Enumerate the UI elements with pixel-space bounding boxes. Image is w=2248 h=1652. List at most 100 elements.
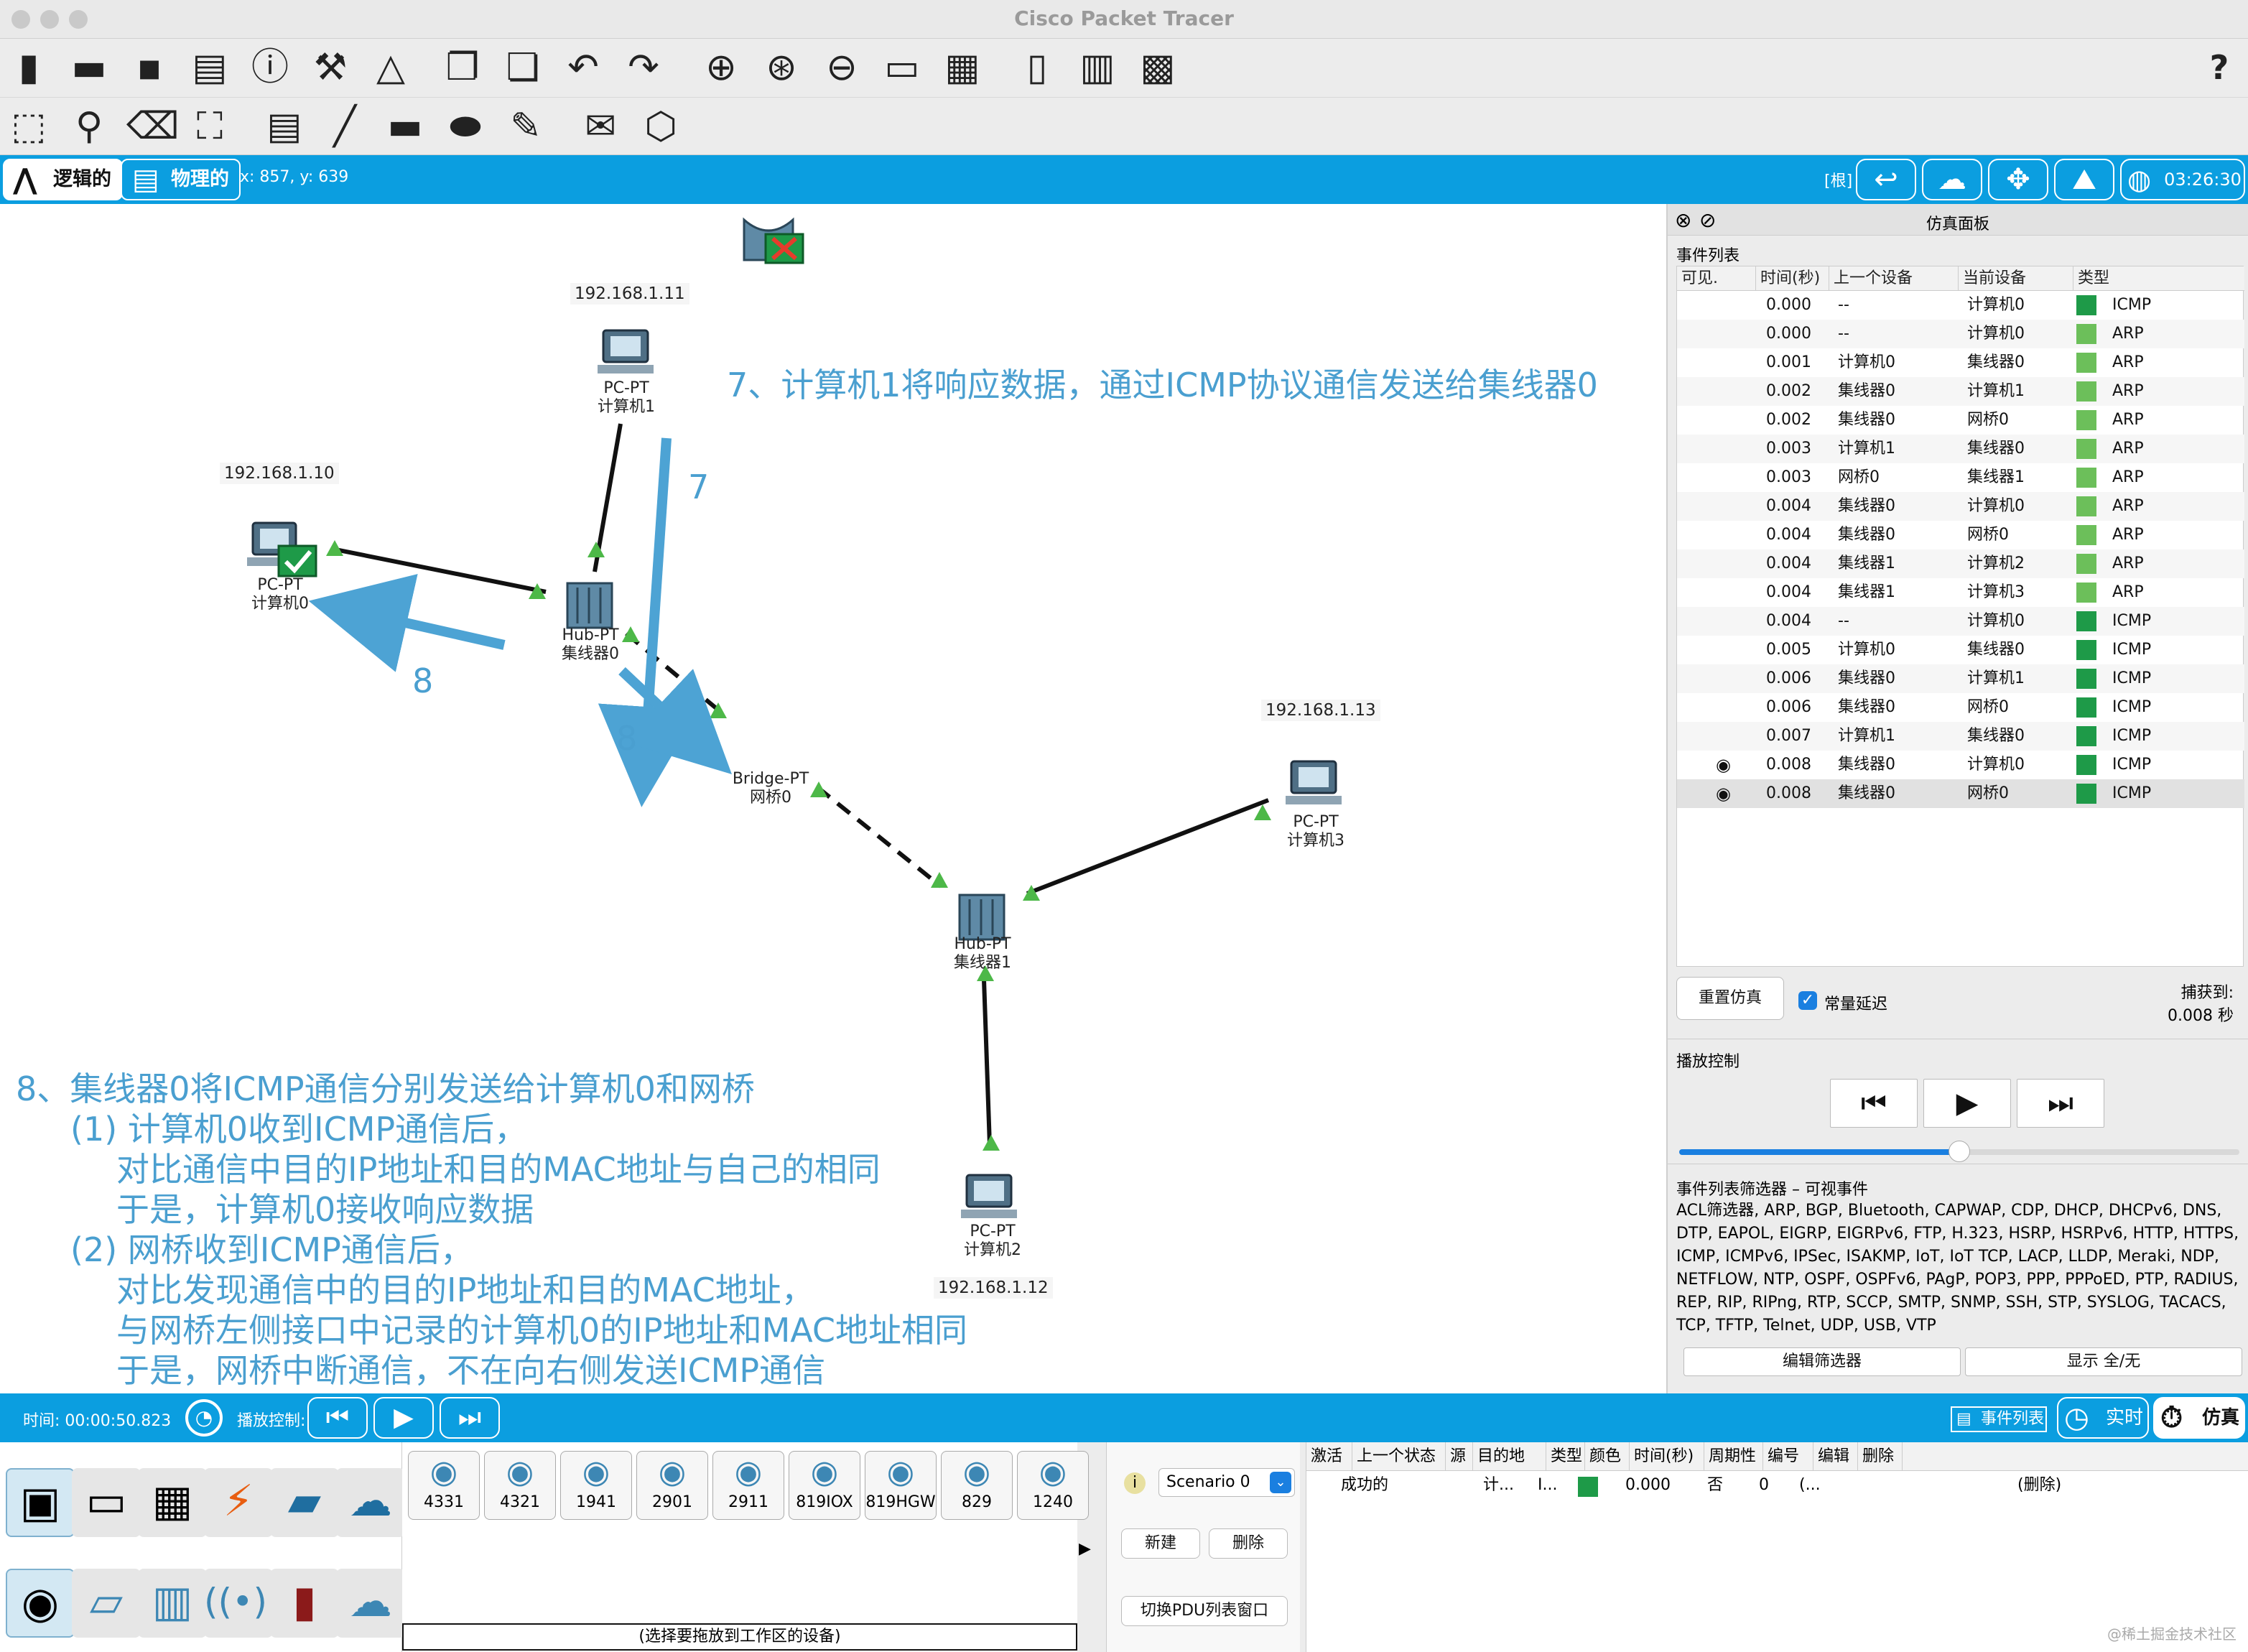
back-icon[interactable]: ↩ xyxy=(1856,159,1916,200)
event-list-toggle-button[interactable]: ▤ 事件列表 xyxy=(1951,1406,2047,1432)
event-row[interactable]: 0.004 集线器0 计算机0 ARP xyxy=(1677,492,2244,521)
hub0-device[interactable] xyxy=(566,582,613,629)
new-scenario-button[interactable]: 新建 xyxy=(1121,1528,1200,1559)
pdu-col[interactable]: 颜色 xyxy=(1585,1442,1630,1471)
device-model-2901[interactable]: ◉ 2901 xyxy=(636,1451,708,1520)
event-row[interactable]: 0.004 集线器0 网桥0 ARP xyxy=(1677,521,2244,549)
pdu-col[interactable]: 时间(秒) xyxy=(1630,1442,1704,1471)
draw-line-icon[interactable]: ╱ xyxy=(322,105,368,148)
pdu-col[interactable]: 激活 xyxy=(1306,1442,1352,1471)
pc0-device[interactable] xyxy=(247,521,317,577)
pdu-row[interactable]: 成功的 计... I... 0.000 否 0 (... (删除) xyxy=(1306,1471,2248,1500)
bottom-step-back-button[interactable]: ⏮ xyxy=(307,1397,368,1439)
add-complex-pdu-icon[interactable]: ⬡ xyxy=(638,105,684,148)
device-model-2911[interactable]: ◉ 2911 xyxy=(712,1451,784,1520)
constant-delay-checkbox[interactable]: ✓ xyxy=(1798,991,1817,1010)
zoom-reset-icon[interactable]: ⊛ xyxy=(758,46,804,89)
device-model-4321[interactable]: ◉ 4321 xyxy=(484,1451,556,1520)
help-icon[interactable]: ? xyxy=(2196,46,2242,89)
event-row[interactable]: 0.002 集线器0 网桥0 ARP xyxy=(1677,406,2244,435)
pdu-edit[interactable]: (... xyxy=(1799,1471,1821,1500)
wireless-subcategory-icon[interactable]: ((•)) xyxy=(204,1569,282,1638)
step-back-button[interactable]: ⏮ xyxy=(1830,1079,1918,1128)
resize-icon[interactable]: ⛶ xyxy=(187,105,233,148)
logical-mode-tab[interactable]: ⋀ 逻辑的 xyxy=(3,159,123,200)
device-model-819IOX[interactable]: ◉ 819IOX xyxy=(789,1451,860,1520)
power-cycle-icon[interactable]: ◔ xyxy=(185,1399,223,1437)
connections-category-icon[interactable]: ⚡ xyxy=(204,1468,273,1537)
network-devices-category-icon[interactable]: ▣ xyxy=(6,1468,75,1537)
device-model-4331[interactable]: ◉ 4331 xyxy=(408,1451,480,1520)
freeform-icon[interactable]: ✎ xyxy=(503,105,549,148)
event-row[interactable]: 0.000 -- 计算机0 ARP xyxy=(1677,320,2244,348)
eye-icon[interactable]: ◉ xyxy=(1716,779,1731,808)
pdu-col[interactable]: 删除 xyxy=(1858,1442,1903,1471)
link-pc0-hub0[interactable] xyxy=(331,547,547,594)
event-row[interactable]: 0.004 集线器1 计算机3 ARP xyxy=(1677,578,2244,607)
save-icon[interactable]: ▪ xyxy=(126,46,172,89)
expand-arrow-icon[interactable]: ▶ xyxy=(1079,1540,1091,1558)
event-row[interactable]: 0.001 计算机0 集线器0 ARP xyxy=(1677,348,2244,377)
add-simple-pdu-icon[interactable]: ✉ xyxy=(577,105,623,148)
device-model-1240[interactable]: ◉ 1240 xyxy=(1017,1451,1089,1520)
event-row[interactable]: ◉ 0.008 集线器0 计算机0 ICMP xyxy=(1677,751,2244,779)
reset-simulation-button[interactable]: 重置仿真 xyxy=(1676,977,1784,1020)
event-row[interactable]: 0.007 计算机1 集线器0 ICMP xyxy=(1677,722,2244,751)
drawing-palette-icon[interactable]: ▭ xyxy=(879,46,925,89)
new-cluster-icon[interactable]: ☁ xyxy=(1922,159,1982,200)
link-hub0-bridge0[interactable] xyxy=(625,631,721,713)
scenario-select[interactable]: Scenario 0 ⌄ xyxy=(1158,1468,1295,1497)
pdu-col[interactable]: 编号 xyxy=(1763,1442,1813,1471)
event-row[interactable]: ◉ 0.008 集线器0 网桥0 ICMP xyxy=(1677,779,2244,808)
place-note-icon[interactable]: ▤ xyxy=(261,105,307,148)
bottom-play-button[interactable]: ▶ xyxy=(373,1397,434,1439)
zoom-in-icon[interactable]: ⊕ xyxy=(698,46,744,89)
event-row[interactable]: 0.006 集线器0 网桥0 ICMP xyxy=(1677,693,2244,722)
pdu-col[interactable]: 周期性 xyxy=(1704,1442,1763,1471)
misc-category-icon[interactable]: ▰ xyxy=(270,1468,339,1537)
link-bridge0-hub1[interactable] xyxy=(816,785,942,888)
physical-mode-tab[interactable]: ▤ 物理的 xyxy=(121,159,241,200)
network-info-icon[interactable]: △ xyxy=(368,46,414,89)
multiuser-category-icon[interactable]: ☁ xyxy=(336,1468,405,1537)
pdu-col[interactable]: 编辑 xyxy=(1813,1442,1858,1471)
cloud-window-icon[interactable]: ▩ xyxy=(1135,46,1181,89)
viewport-clock[interactable]: ◍ 03:26:30 xyxy=(2120,159,2245,200)
pdu-col[interactable]: 上一个状态 xyxy=(1352,1442,1446,1471)
notes-icon[interactable]: ▯ xyxy=(1014,46,1060,89)
edit-filter-button[interactable]: 编辑筛选器 xyxy=(1683,1347,1961,1376)
slider-knob[interactable] xyxy=(1949,1141,1970,1162)
routers-subcategory-icon[interactable]: ◉ xyxy=(6,1569,75,1638)
pc2-device[interactable] xyxy=(961,1174,1017,1218)
event-row[interactable]: 0.002 集线器0 计算机1 ARP xyxy=(1677,377,2244,406)
pdu-col[interactable]: 目的地 xyxy=(1473,1442,1546,1471)
event-row[interactable]: 0.000 -- 计算机0 ICMP xyxy=(1677,291,2244,320)
playback-speed-slider[interactable] xyxy=(1679,1141,2239,1162)
device-model-819HGW[interactable]: ◉ 819HGW xyxy=(865,1451,937,1520)
print-icon[interactable]: ▤ xyxy=(187,46,233,89)
paste-icon[interactable]: ❏ xyxy=(500,46,546,89)
pc3-device[interactable] xyxy=(1286,760,1342,804)
pdu-col[interactable]: 类型 xyxy=(1546,1442,1585,1471)
step-forward-button[interactable]: ⏭ xyxy=(2017,1079,2104,1128)
show-all-none-button[interactable]: 显示 全/无 xyxy=(1965,1347,2242,1376)
undo-icon[interactable]: ↶ xyxy=(560,46,606,89)
delete-scenario-button[interactable]: 删除 xyxy=(1209,1528,1288,1559)
redo-icon[interactable]: ↷ xyxy=(621,46,666,89)
set-background-icon[interactable]: ⛰ xyxy=(2054,159,2114,200)
switches-subcategory-icon[interactable]: ▱ xyxy=(72,1569,141,1638)
device-model-829[interactable]: ◉ 829 xyxy=(941,1451,1013,1520)
play-button[interactable]: ▶ xyxy=(1923,1079,2011,1128)
toggle-pdu-list-button[interactable]: 切换PDU列表窗口 xyxy=(1121,1596,1288,1626)
col-visible[interactable]: 可见. xyxy=(1677,266,1756,291)
device-model-1941[interactable]: ◉ 1941 xyxy=(560,1451,632,1520)
pdu-delete[interactable]: (删除) xyxy=(2017,1471,2061,1500)
info-icon[interactable]: ⓘ xyxy=(247,46,293,89)
custom-device-icon[interactable]: ▦ xyxy=(939,46,985,89)
hub1-device[interactable] xyxy=(958,894,1005,941)
end-devices-category-icon[interactable]: ▭ xyxy=(72,1468,141,1537)
link-hub1-pc3[interactable] xyxy=(1026,798,1270,896)
pdu-col[interactable]: 源 xyxy=(1446,1442,1473,1471)
event-row[interactable]: 0.003 计算机1 集线器0 ARP xyxy=(1677,435,2244,463)
logical-workspace[interactable]: 192.168.1.11 192.168.1.10 192.168.1.13 1… xyxy=(0,204,1668,1393)
